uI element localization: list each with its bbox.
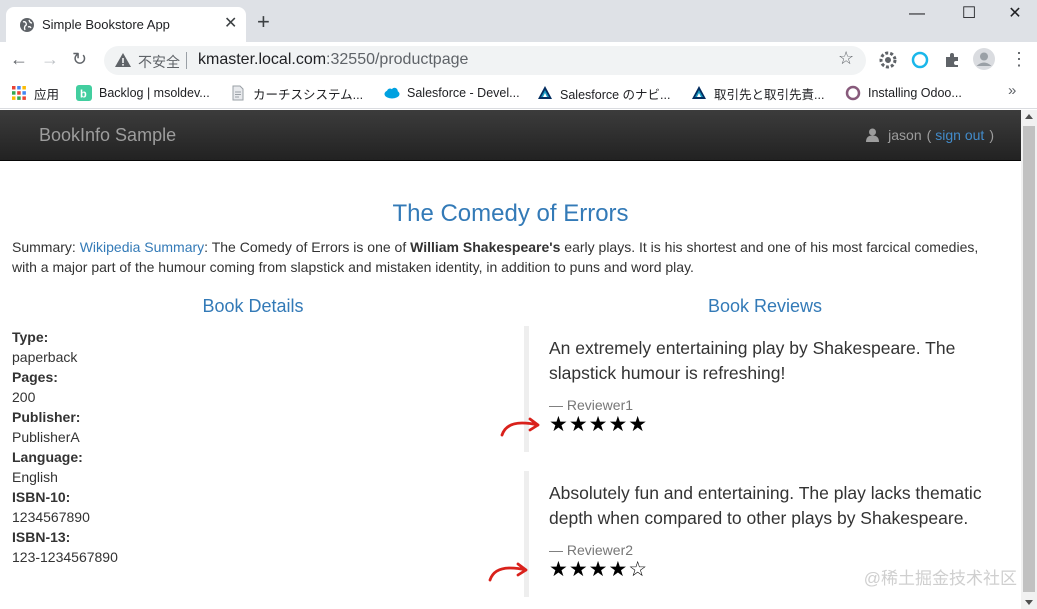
new-tab-button[interactable]: + <box>257 10 270 34</box>
forward-arrow-icon[interactable]: → <box>41 48 59 70</box>
book-reviews-heading: Book Reviews <box>707 296 823 316</box>
browser-tab-strip: Simple Bookstore App ✕ + — ☐ ✕ <box>0 0 1037 42</box>
bookmark-label: 取引先と取引先責... <box>714 87 825 102</box>
detail-label: Type: <box>12 329 49 345</box>
url-path: :32550/productpage <box>326 51 469 68</box>
annotation-arrow-icon <box>488 562 528 582</box>
bookmark-label: Salesforce のナビ... <box>560 87 671 102</box>
extension-gear-icon[interactable] <box>879 51 897 69</box>
detail-label: ISBN-10: <box>12 489 71 505</box>
page-scrollbar[interactable] <box>1021 110 1037 609</box>
minimize-icon[interactable]: — <box>902 4 932 24</box>
url-text[interactable]: kmaster.local.com:32550/productpage <box>198 51 468 69</box>
detail-value: English <box>12 469 58 485</box>
watermark: @稀土掘金技术社区 <box>863 569 1017 588</box>
bookmark-label: Backlog | msoldev... <box>99 86 210 100</box>
bookmark-label: Installing Odoo... <box>868 86 962 100</box>
apps-grid-icon <box>12 86 26 100</box>
sign-out-link[interactable]: sign out <box>935 127 984 143</box>
review-text: An extremely entertaining play by Shakes… <box>549 338 956 383</box>
close-tab-icon[interactable]: ✕ <box>224 14 237 34</box>
globe-icon <box>20 18 34 32</box>
detail-value: paperback <box>12 349 78 365</box>
omnibox-separator <box>186 52 187 69</box>
reviewer-name: — Reviewer1 <box>549 397 634 413</box>
book-details-list: Type: paperback Pages: 200 Publisher: Pu… <box>12 327 118 567</box>
url-host: kmaster.local.com <box>198 51 327 68</box>
extension-ring-icon[interactable] <box>911 51 929 69</box>
review-1: An extremely entertaining play by Shakes… <box>524 326 1004 452</box>
detail-value: 200 <box>12 389 36 405</box>
tab-title: Simple Bookstore App <box>42 17 170 32</box>
close-window-icon[interactable]: ✕ <box>1000 4 1030 24</box>
bookmark-odoo[interactable]: Installing Odoo... <box>845 83 962 103</box>
book-summary: Summary: Wikipedia Summary: The Comedy o… <box>12 237 1002 277</box>
review-text: Absolutely fun and entertaining. The pla… <box>549 483 982 528</box>
paren-close: ) <box>989 127 994 143</box>
puzzle-piece-icon[interactable] <box>943 51 961 69</box>
detail-label: Pages: <box>12 369 58 385</box>
app-navbar: BookInfo Sample jason ( sign out ) <box>0 110 1021 161</box>
detail-value: 123-1234567890 <box>12 549 118 565</box>
address-bar[interactable]: 不安全 kmaster.local.com:32550/productpage … <box>104 46 866 75</box>
detail-label: ISBN-13: <box>12 529 71 545</box>
reviewer-name: — Reviewer2 <box>549 542 634 558</box>
detail-label: Language: <box>12 449 83 465</box>
bookmark-star-icon[interactable]: ☆ <box>838 48 854 69</box>
scrollbar-thumb[interactable] <box>1023 126 1035 592</box>
paren-open: ( <box>926 127 932 143</box>
bookmark-backlog[interactable]: b Backlog | msoldev... <box>76 83 210 103</box>
user-menu: jason ( sign out ) <box>866 127 994 143</box>
browser-toolbar: ← → ↻ 不安全 kmaster.local.com:32550/produc… <box>0 42 1037 77</box>
back-arrow-icon[interactable]: ← <box>10 48 28 70</box>
security-status[interactable]: 不安全 <box>138 52 180 72</box>
trailhead-icon <box>692 86 706 99</box>
document-icon <box>232 85 244 101</box>
profile-avatar-icon[interactable] <box>973 48 995 70</box>
bookmark-document[interactable]: カーチスシステム... <box>230 83 363 103</box>
username: jason <box>888 127 922 143</box>
bookmark-label: 应用 <box>34 87 60 102</box>
page-viewport: BookInfo Sample jason ( sign out ) The C… <box>0 110 1037 609</box>
odoo-icon <box>845 85 861 101</box>
trailhead-icon <box>538 86 552 99</box>
bookmark-label: Salesforce - Devel... <box>407 86 520 100</box>
maximize-icon[interactable]: ☐ <box>954 4 984 24</box>
salesforce-cloud-icon <box>384 87 400 99</box>
backlog-icon: b <box>76 85 92 101</box>
app-brand[interactable]: BookInfo Sample <box>39 125 176 146</box>
summary-text: : The Comedy of Errors is one of <box>204 239 411 255</box>
browser-menu-icon[interactable]: ⋮ <box>1010 48 1028 70</box>
svg-text:b: b <box>80 89 87 101</box>
bookmark-apps[interactable]: 应用 <box>11 83 59 103</box>
scroll-down-arrow-icon[interactable] <box>1025 600 1033 605</box>
warning-triangle-icon <box>115 53 131 67</box>
bookmark-salesforce-devel[interactable]: Salesforce - Devel... <box>384 83 520 103</box>
star-rating: ★★★★★ <box>549 413 649 436</box>
bookmarks-overflow-button[interactable]: » <box>1008 82 1016 99</box>
browser-tab[interactable]: Simple Bookstore App ✕ <box>6 7 246 42</box>
user-icon <box>866 128 880 142</box>
summary-prefix: Summary: <box>12 239 80 255</box>
summary-author: William Shakespeare's <box>410 239 561 255</box>
bookmarks-bar: 应用 b Backlog | msoldev... カーチスシステム... Sa… <box>0 77 1037 109</box>
bookmark-label: カーチスシステム... <box>253 87 364 102</box>
wikipedia-summary-link[interactable]: Wikipedia Summary <box>80 239 204 255</box>
book-details-heading: Book Details <box>202 296 304 316</box>
detail-value: PublisherA <box>12 429 80 445</box>
detail-value: 1234567890 <box>12 509 90 525</box>
bookmark-salesforce-nav[interactable]: Salesforce のナビ... <box>537 83 670 103</box>
book-title: The Comedy of Errors <box>392 200 629 227</box>
annotation-arrow-icon <box>500 417 540 437</box>
scroll-up-arrow-icon[interactable] <box>1025 114 1033 119</box>
bookmark-accounts[interactable]: 取引先と取引先責... <box>691 83 824 103</box>
reload-icon[interactable]: ↻ <box>72 48 87 70</box>
detail-label: Publisher: <box>12 409 81 425</box>
